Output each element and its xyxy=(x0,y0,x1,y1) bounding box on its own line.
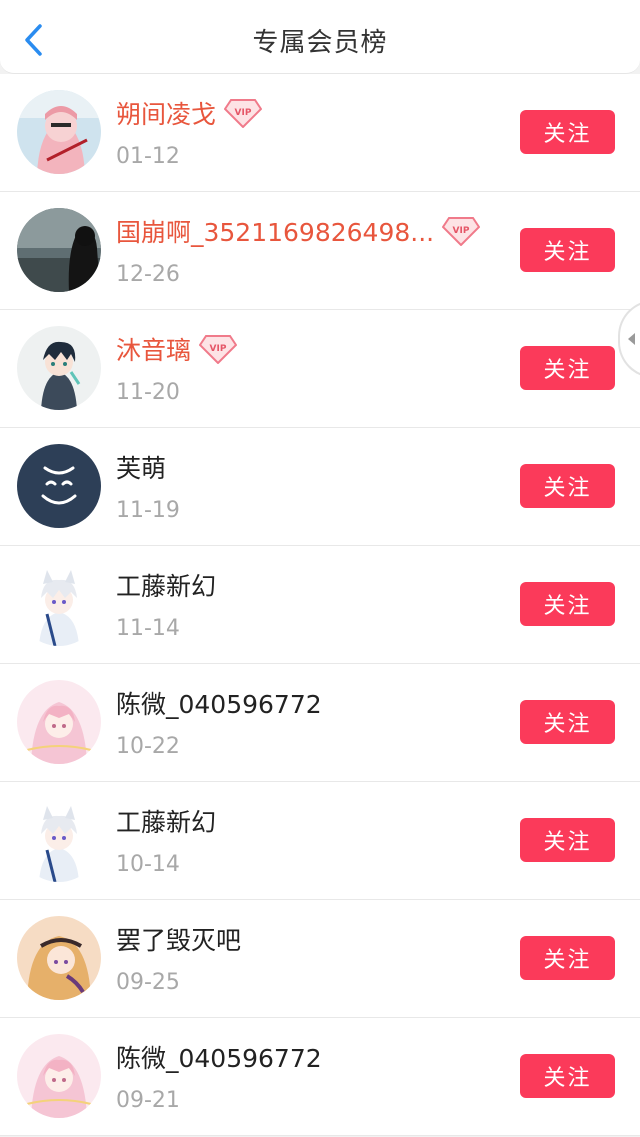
name-line: 罢了毁灭吧 VIP xyxy=(116,918,241,960)
svg-text:VIP: VIP xyxy=(235,108,252,118)
member-name[interactable]: 陈微_040596772 xyxy=(116,685,322,721)
name-line: 陈微_040596772 VIP xyxy=(116,682,322,724)
name-line: 国崩啊_3521169826498... VIP xyxy=(116,210,481,252)
member-name[interactable]: 国崩啊_3521169826498... xyxy=(116,213,434,249)
anime-boy-avatar-image xyxy=(17,326,101,410)
page-title: 专属会员榜 xyxy=(252,28,388,58)
svg-text:VIP: VIP xyxy=(210,344,227,354)
member-name[interactable]: 工藤新幻 xyxy=(116,567,216,603)
avatar[interactable] xyxy=(17,1034,101,1118)
caret-left-icon xyxy=(628,333,635,345)
vip-diamond-icon: VIP xyxy=(224,99,263,128)
follow-button[interactable]: 关注 xyxy=(520,1054,615,1098)
member-name[interactable]: 工藤新幻 xyxy=(116,803,216,839)
follow-button[interactable]: 关注 xyxy=(520,700,615,744)
join-date: 09-21 xyxy=(116,1088,180,1113)
anime-girl-pink-avatar-image xyxy=(17,90,101,174)
follow-button[interactable]: 关注 xyxy=(520,346,615,390)
name-line: 沐音璃 VIP xyxy=(116,328,238,370)
follow-button[interactable]: 关注 xyxy=(520,110,615,154)
name-line: 芙萌 VIP xyxy=(116,446,166,488)
vip-diamond-icon: VIP xyxy=(442,217,481,246)
join-date: 11-19 xyxy=(116,498,180,523)
join-date: 09-25 xyxy=(116,970,180,995)
member-name[interactable]: 陈微_040596772 xyxy=(116,1039,322,1075)
list-item[interactable]: 国崩啊_3521169826498... VIP 12-26 关注 xyxy=(0,192,640,310)
list-item[interactable]: 陈微_040596772 VIP 10-22 关注 xyxy=(0,664,640,782)
join-date: 01-12 xyxy=(116,144,180,169)
follow-button[interactable]: 关注 xyxy=(520,818,615,862)
follow-button[interactable]: 关注 xyxy=(520,936,615,980)
member-name[interactable]: 朔间凌戈 xyxy=(116,95,216,131)
avatar[interactable] xyxy=(17,90,101,174)
avatar[interactable] xyxy=(17,444,101,528)
follow-button[interactable]: 关注 xyxy=(520,582,615,626)
name-line: 朔间凌戈 VIP xyxy=(116,92,263,134)
avatar[interactable] xyxy=(17,916,101,1000)
member-list: 朔间凌戈 VIP 01-12 关注 国崩啊_3521169826498... V… xyxy=(0,74,640,1136)
smiley-face-avatar-image xyxy=(17,444,101,528)
member-name[interactable]: 芙萌 xyxy=(116,449,166,485)
svg-text:VIP: VIP xyxy=(453,226,470,236)
pink-hair-girl-avatar-image xyxy=(17,680,101,764)
white-hair-cat-ear-avatar-image xyxy=(17,562,101,646)
join-date: 10-14 xyxy=(116,852,180,877)
avatar[interactable] xyxy=(17,562,101,646)
dark-silhouette-avatar-image xyxy=(17,208,101,292)
name-line: 陈微_040596772 VIP xyxy=(116,1036,322,1078)
avatar[interactable] xyxy=(17,326,101,410)
pink-hair-girl-avatar-image xyxy=(17,1034,101,1118)
list-item[interactable]: 朔间凌戈 VIP 01-12 关注 xyxy=(0,74,640,192)
avatar[interactable] xyxy=(17,208,101,292)
join-date: 11-14 xyxy=(116,616,180,641)
list-item[interactable]: 沐音璃 VIP 11-20 关注 xyxy=(0,310,640,428)
name-line: 工藤新幻 VIP xyxy=(116,564,216,606)
white-hair-cat-ear-avatar-image xyxy=(17,798,101,882)
name-line: 工藤新幻 VIP xyxy=(116,800,216,842)
vip-diamond-icon: VIP xyxy=(199,335,238,364)
join-date: 10-22 xyxy=(116,734,180,759)
join-date: 12-26 xyxy=(116,262,180,287)
list-item[interactable]: 工藤新幻 VIP 11-14 关注 xyxy=(0,546,640,664)
list-item[interactable]: 罢了毁灭吧 VIP 09-25 关注 xyxy=(0,900,640,1018)
join-date: 11-20 xyxy=(116,380,180,405)
follow-button[interactable]: 关注 xyxy=(520,464,615,508)
member-name[interactable]: 沐音璃 xyxy=(116,331,191,367)
member-name[interactable]: 罢了毁灭吧 xyxy=(116,921,241,957)
list-item[interactable]: 工藤新幻 VIP 10-14 关注 xyxy=(0,782,640,900)
list-item[interactable]: 陈微_040596772 VIP 09-21 关注 xyxy=(0,1018,640,1136)
avatar[interactable] xyxy=(17,680,101,764)
follow-button[interactable]: 关注 xyxy=(520,228,615,272)
avatar[interactable] xyxy=(17,798,101,882)
list-item[interactable]: 芙萌 VIP 11-19 关注 xyxy=(0,428,640,546)
top-bar: 专属会员榜 xyxy=(0,0,640,74)
blonde-girl-avatar-image xyxy=(17,916,101,1000)
